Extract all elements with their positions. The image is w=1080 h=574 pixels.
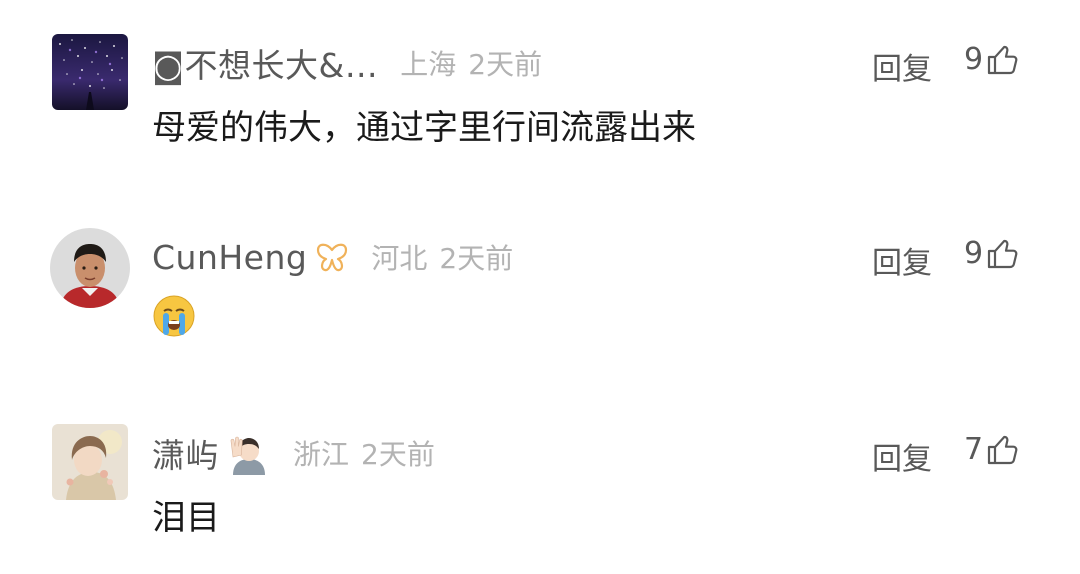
comment-meta: ◙不想长大&… 上海 2天前 (152, 40, 542, 86)
avatar[interactable] (52, 424, 128, 500)
crying-face-emoji (153, 295, 195, 337)
username[interactable]: CunHeng (152, 238, 307, 277)
comment-text: 泪目 (152, 498, 220, 538)
like-count: 9 (964, 236, 984, 271)
comment-text (152, 294, 196, 347)
like-button[interactable]: 9 (964, 236, 1019, 271)
comment-item: CunHeng 河北 2天前 回复 9 (0, 228, 1080, 378)
location: 河北 (371, 242, 428, 275)
man-portrait-avatar-image (50, 228, 130, 308)
butterfly-badge-icon (315, 242, 349, 272)
like-count: 9 (964, 42, 984, 77)
comment-item: 潇屿 浙江 2天前 泪目 回复 7 (0, 424, 1080, 574)
location: 上海 (400, 48, 457, 81)
reply-button[interactable]: 回复 (872, 434, 932, 478)
like-button[interactable]: 7 (964, 432, 1019, 467)
like-button[interactable]: 9 (964, 42, 1019, 77)
thumbs-up-icon (985, 433, 1019, 467)
thumbs-up-icon (985, 43, 1019, 77)
illustrated-girl-avatar-image (52, 424, 128, 500)
timestamp: 2天前 (439, 242, 514, 275)
timestamp: 2天前 (361, 438, 435, 471)
avatar[interactable] (52, 34, 128, 110)
starry-night-avatar-image (52, 34, 128, 110)
timestamp: 2天前 (468, 48, 543, 81)
username[interactable]: 潇屿 (152, 429, 219, 477)
reply-button[interactable]: 回复 (872, 44, 932, 88)
comment-meta: CunHeng 河北 2天前 (152, 234, 513, 280)
waving-person-emoji (227, 431, 271, 475)
thumbs-up-icon (985, 237, 1019, 271)
location: 浙江 (293, 438, 350, 471)
comment-meta: 潇屿 浙江 2天前 (152, 430, 435, 476)
reply-button[interactable]: 回复 (872, 238, 932, 282)
comment-text: 母爱的伟大，通过字里行间流露出来 (152, 108, 696, 148)
avatar[interactable] (50, 228, 130, 308)
username[interactable]: ◙不想长大&… (152, 39, 378, 87)
like-count: 7 (964, 432, 984, 467)
comment-item: ◙不想长大&… 上海 2天前 母爱的伟大，通过字里行间流露出来 回复 9 (0, 34, 1080, 184)
